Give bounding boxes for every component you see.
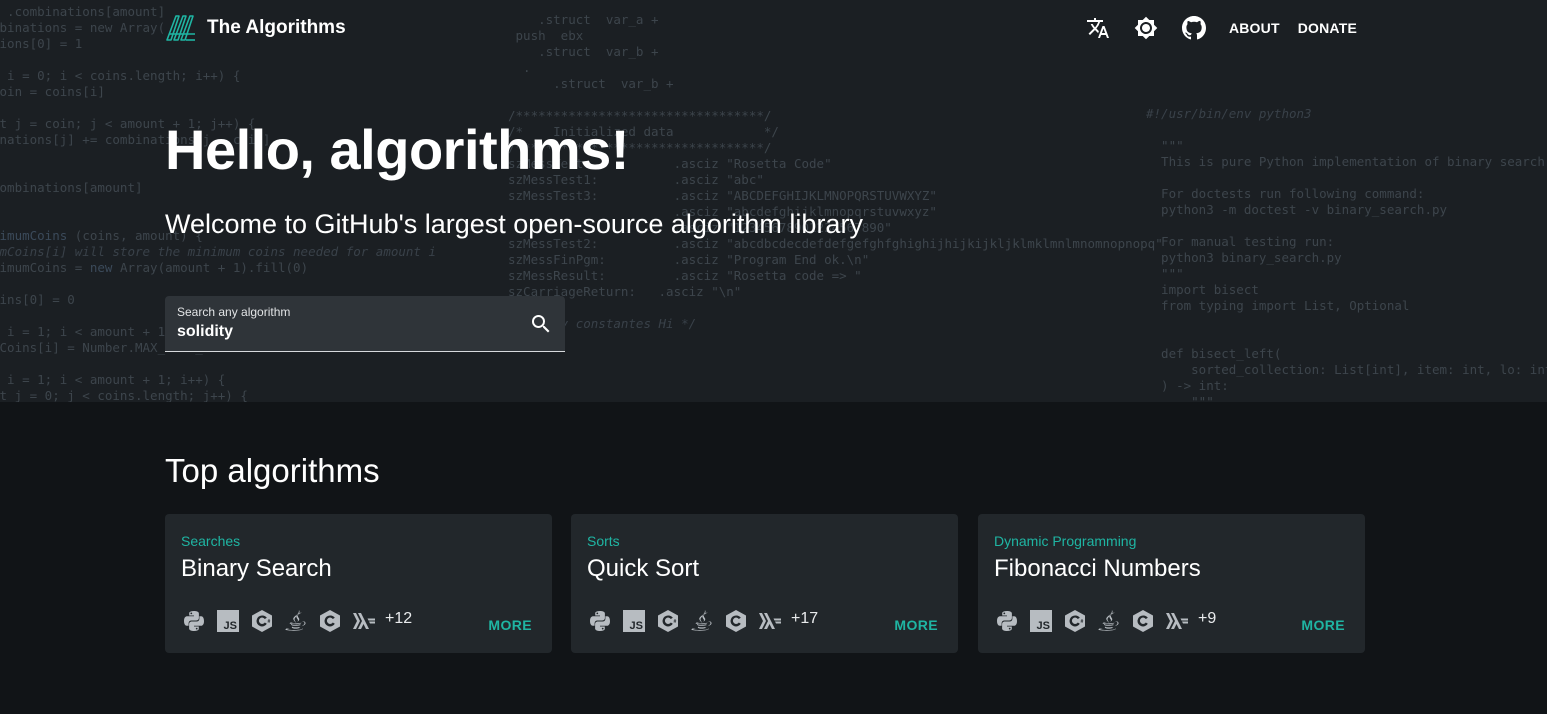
haskell-icon[interactable] — [1164, 608, 1190, 634]
card-category[interactable]: Sorts — [587, 533, 620, 549]
python-icon[interactable] — [587, 608, 613, 634]
github-icon[interactable] — [1181, 15, 1207, 41]
algorithm-card-binary-search[interactable]: Searches Binary Search JS # +12 MORE — [165, 514, 552, 653]
search-field[interactable]: Search any algorithm solidity — [165, 296, 565, 352]
navbar-actions: ABOUT DONATE — [1085, 14, 1357, 42]
svg-text:JS: JS — [224, 620, 237, 632]
about-link[interactable]: ABOUT — [1229, 20, 1280, 36]
svg-text:#: # — [1081, 619, 1084, 625]
haskell-icon[interactable] — [757, 608, 783, 634]
the-algorithms-logo-icon — [166, 15, 195, 41]
translate-icon[interactable] — [1085, 15, 1111, 41]
card-category[interactable]: Dynamic Programming — [994, 533, 1136, 549]
donate-link[interactable]: DONATE — [1298, 20, 1357, 36]
hero-section: .combinations[amount] mbinations = new A… — [0, 0, 1547, 402]
search-icon[interactable] — [529, 312, 553, 336]
javascript-icon[interactable]: JS — [215, 608, 241, 634]
java-icon[interactable] — [1096, 608, 1122, 634]
csharp-icon[interactable]: # — [1062, 608, 1088, 634]
card-title[interactable]: Quick Sort — [587, 555, 699, 583]
card-title[interactable]: Fibonacci Numbers — [994, 555, 1201, 583]
javascript-icon[interactable]: JS — [621, 608, 647, 634]
algorithm-card-quick-sort[interactable]: Sorts Quick Sort JS # +17 MORE — [571, 514, 958, 653]
brightness-icon[interactable] — [1133, 15, 1159, 41]
top-navbar: The Algorithms ABOUT DONATE — [165, 14, 1357, 48]
c-icon[interactable] — [723, 608, 749, 634]
more-button[interactable]: MORE — [488, 617, 532, 633]
more-button[interactable]: MORE — [894, 617, 938, 633]
haskell-icon[interactable] — [351, 608, 377, 634]
c-icon[interactable] — [1130, 608, 1156, 634]
svg-text:#: # — [268, 619, 271, 625]
search-input[interactable]: solidity — [177, 323, 233, 341]
more-languages-count: +17 — [791, 610, 819, 627]
card-languages: JS # +9 — [994, 608, 1216, 634]
search-label: Search any algorithm — [177, 305, 291, 319]
hero-subtitle: Welcome to GitHub's largest open-source … — [165, 209, 863, 239]
more-languages-count: +9 — [1198, 610, 1217, 627]
java-icon[interactable] — [689, 608, 715, 634]
svg-text:#: # — [674, 619, 677, 625]
javascript-icon[interactable]: JS — [1028, 608, 1054, 634]
top-algorithms-heading: Top algorithms — [165, 452, 380, 489]
card-category[interactable]: Searches — [181, 533, 240, 549]
background-code-right: #!/usr/bin/env python3 """ This is pure … — [1146, 106, 1547, 402]
svg-text:JS: JS — [1037, 620, 1050, 632]
java-icon[interactable] — [283, 608, 309, 634]
python-icon[interactable] — [181, 608, 207, 634]
c-icon[interactable] — [317, 608, 343, 634]
hero-title: Hello, algorithms! — [165, 118, 629, 181]
more-button[interactable]: MORE — [1301, 617, 1345, 633]
csharp-icon[interactable]: # — [249, 608, 275, 634]
csharp-icon[interactable]: # — [655, 608, 681, 634]
card-languages: JS # +12 — [181, 608, 412, 634]
brand-name: The Algorithms — [207, 17, 346, 38]
card-languages: JS # +17 — [587, 608, 818, 634]
brand-home-link[interactable]: The Algorithms — [165, 14, 346, 42]
card-title[interactable]: Binary Search — [181, 555, 332, 583]
python-icon[interactable] — [994, 608, 1020, 634]
algorithm-card-fibonacci-numbers[interactable]: Dynamic Programming Fibonacci Numbers JS… — [978, 514, 1365, 653]
more-languages-count: +12 — [385, 610, 413, 627]
svg-text:JS: JS — [630, 620, 643, 632]
